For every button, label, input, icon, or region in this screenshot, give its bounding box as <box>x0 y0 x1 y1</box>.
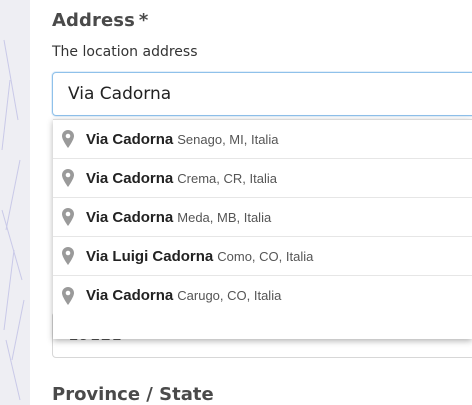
suggestion-secondary-text: Meda, MB, Italia <box>177 209 272 225</box>
address-label-text: Address <box>52 10 135 31</box>
suggestion-item[interactable]: Via Luigi Cadorna Como, CO, Italia <box>53 237 472 276</box>
map-pin-icon <box>61 168 75 188</box>
address-help-text: The location address <box>52 44 198 60</box>
left-sidebar-decoration <box>0 0 30 405</box>
suggestion-main-text: Via Cadorna <box>86 169 174 187</box>
suggestion-main-text: Via Cadorna <box>86 208 174 226</box>
suggestion-secondary-text: Senago, MI, Italia <box>177 131 279 147</box>
map-pin-icon <box>61 129 75 149</box>
map-pin-icon <box>61 286 75 306</box>
suggestion-item[interactable]: Via Cadorna Senago, MI, Italia <box>53 120 472 159</box>
address-label: Address * <box>52 10 148 31</box>
suggestion-secondary-text: Carugo, CO, Italia <box>177 288 282 303</box>
required-marker: * <box>138 10 149 31</box>
suggestion-secondary-text: Como, CO, Italia <box>217 248 314 264</box>
map-pin-icon <box>61 246 75 266</box>
suggestion-main-text: Via Luigi Cadorna <box>86 247 214 265</box>
province-state-label: Province / State <box>52 384 214 405</box>
page: Address* The location address Province /… <box>0 0 472 405</box>
suggestion-item[interactable]: Via Cadorna Meda, MB, Italia <box>53 198 472 237</box>
suggestion-secondary-text: Crema, CR, Italia <box>177 170 277 186</box>
map-pin-icon <box>61 207 75 227</box>
suggestion-item[interactable]: Via Cadorna Crema, CR, Italia <box>53 159 472 198</box>
address-suggestions-dropdown: Via Cadorna Senago, MI, Italia Via Cador… <box>53 119 472 339</box>
address-input[interactable] <box>52 72 472 116</box>
suggestion-item[interactable]: Via Cadorna Carugo, CO, Italia <box>53 276 472 315</box>
suggestion-main-text: Via Cadorna <box>86 130 174 148</box>
suggestion-main-text: Via Cadorna <box>86 287 174 304</box>
